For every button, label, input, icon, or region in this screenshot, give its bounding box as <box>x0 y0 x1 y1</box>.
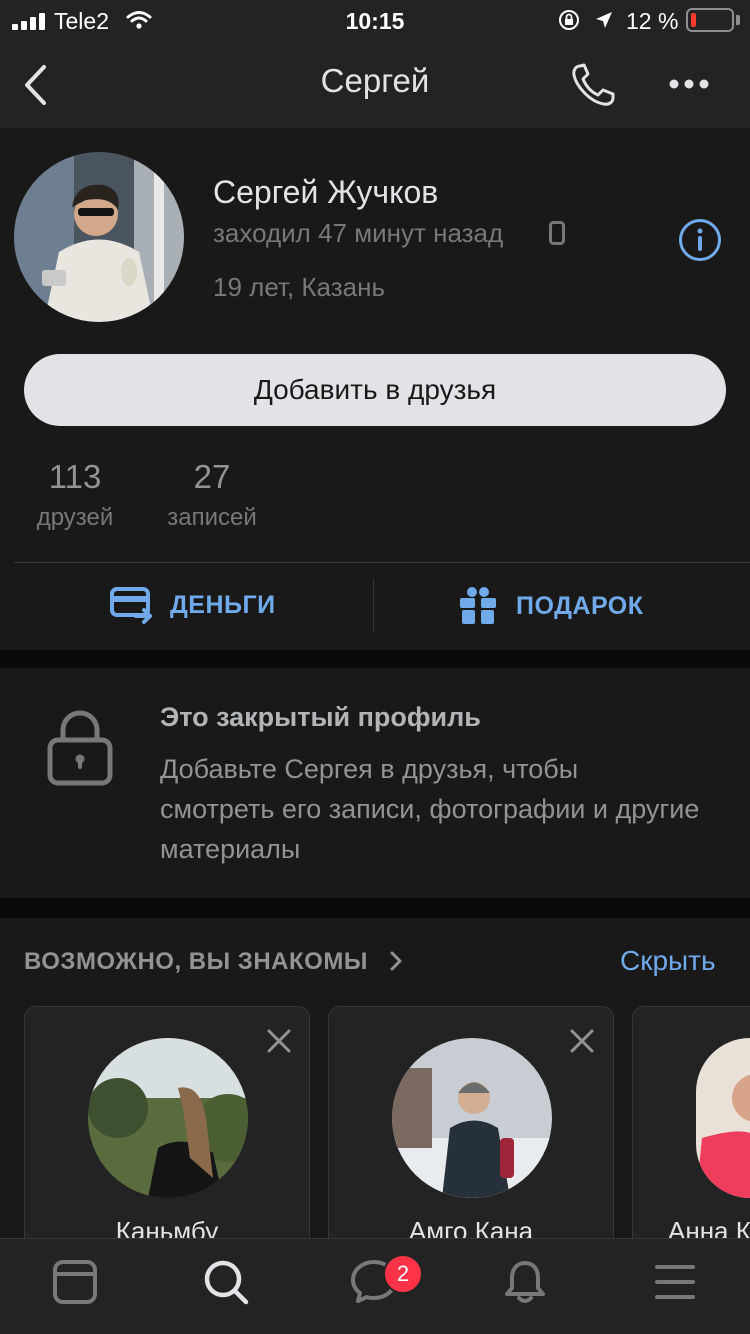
friends-count[interactable]: 113 <box>5 458 145 496</box>
posts-label[interactable]: записей <box>142 504 282 532</box>
money-label: ДЕНЬГИ <box>170 590 276 619</box>
suggestion-avatar[interactable] <box>88 1038 248 1198</box>
info-icon[interactable] <box>678 218 722 262</box>
phone-device-icon <box>549 221 565 245</box>
suggestions-header[interactable]: ВОЗМОЖНО, ВЫ ЗНАКОМЫ <box>24 947 403 976</box>
chevron-right-icon <box>390 951 402 971</box>
lock-icon <box>47 710 113 786</box>
last-seen: заходил 47 минут назад <box>213 218 504 248</box>
news-icon[interactable] <box>51 1258 99 1306</box>
close-icon[interactable] <box>266 1028 292 1054</box>
posts-count[interactable]: 27 <box>142 458 282 496</box>
divider <box>373 578 374 632</box>
suggestion-avatar[interactable] <box>392 1038 552 1198</box>
closed-profile-title: Это закрытый профиль <box>160 702 481 732</box>
menu-icon[interactable] <box>651 1258 699 1306</box>
gift-button[interactable]: ПОДАРОК <box>458 586 644 626</box>
location-icon <box>596 12 612 28</box>
profile-name: Сергей Жучков <box>213 174 439 210</box>
orientation-lock-icon <box>559 10 579 30</box>
more-icon[interactable] <box>668 76 710 92</box>
suggestions-title: ВОЗМОЖНО, ВЫ ЗНАКОМЫ <box>24 948 368 975</box>
gift-icon <box>460 587 496 624</box>
phone-icon[interactable] <box>570 62 618 108</box>
money-button[interactable]: ДЕНЬГИ <box>110 586 276 624</box>
add-friend-button[interactable]: Добавить в друзья <box>24 354 726 426</box>
bell-icon[interactable] <box>501 1258 549 1306</box>
avatar[interactable] <box>14 152 184 322</box>
profile-info: 19 лет, Казань <box>213 272 385 302</box>
divider <box>14 562 750 563</box>
battery-tip <box>736 15 740 25</box>
messages-badge: 2 <box>383 1254 423 1294</box>
hide-suggestions-link[interactable]: Скрыть <box>620 945 716 977</box>
friends-label[interactable]: друзей <box>5 504 145 532</box>
page-title: Сергей <box>320 62 430 99</box>
wallet-icon <box>110 587 152 624</box>
closed-profile-text: Добавьте Сергея в друзья, чтобы смотреть… <box>160 754 700 864</box>
battery-icon <box>686 8 734 32</box>
search-icon[interactable] <box>202 1258 250 1306</box>
battery-percent: 12 % <box>626 8 679 34</box>
gift-label: ПОДАРОК <box>516 591 644 620</box>
close-icon[interactable] <box>569 1028 595 1054</box>
